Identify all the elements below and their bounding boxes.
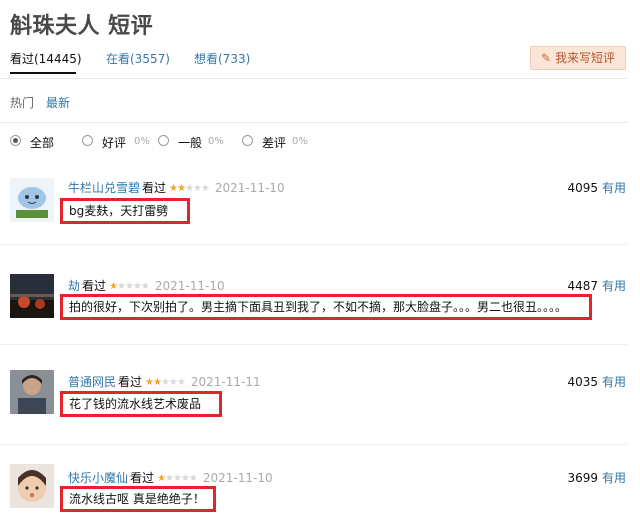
vote-area: 3699 有用 — [567, 469, 626, 486]
divider — [0, 244, 628, 245]
sort-hot[interactable]: 热门 — [10, 94, 34, 111]
divider — [0, 78, 628, 79]
review-meta: 劫看过 ★★★★★ 2021-11-10 — [68, 279, 225, 293]
rating-stars: ★★★★★ — [109, 281, 150, 292]
comment-text: 拍的很好，下次别拍了。男主摘下面具丑到我了，不如不摘，那大脸盘子。。。男二也很丑… — [60, 294, 592, 320]
tab-watched[interactable]: 看过(14445) — [10, 50, 82, 67]
rating-stars: ★★★★★ — [145, 377, 186, 388]
username-link[interactable]: 劫 — [68, 279, 80, 293]
rating-stars: ★★★★★ — [169, 183, 210, 194]
radio[interactable] — [82, 135, 93, 146]
vote-count: 4035 — [567, 375, 598, 389]
review-meta: 牛栏山兑雪碧 看过 ★★★★★ 2021-11-10 — [68, 181, 285, 195]
vote-area: 4095 有用 — [567, 179, 626, 196]
avatar[interactable] — [10, 178, 54, 222]
write-review-label: 我来写短评 — [555, 51, 616, 65]
tab-wish[interactable]: 想看(733) — [194, 50, 250, 67]
rating-stars: ★★★★★ — [157, 473, 198, 484]
vote-count: 3699 — [567, 471, 598, 485]
avatar[interactable] — [10, 370, 54, 414]
radio[interactable] — [158, 135, 169, 146]
vote-count: 4095 — [567, 181, 598, 195]
useful-button[interactable]: 有用 — [602, 375, 626, 389]
useful-button[interactable]: 有用 — [602, 279, 626, 293]
useful-button[interactable]: 有用 — [602, 471, 626, 485]
comment-text: 花了钱的流水线艺术废品 — [60, 391, 222, 417]
radio[interactable] — [242, 135, 253, 146]
vote-area: 4035 有用 — [567, 373, 626, 390]
page-title: 斛珠夫人 短评 — [10, 14, 154, 39]
pencil-icon: ✎ — [541, 51, 552, 65]
tab-watching[interactable]: 在看(3557) — [106, 50, 170, 67]
review-meta: 普通网民 看过 ★★★★★ 2021-11-11 — [68, 375, 261, 389]
review-meta: 快乐小魔仙 看过 ★★★★★ 2021-11-10 — [68, 471, 273, 485]
divider — [0, 122, 628, 123]
avatar[interactable] — [10, 274, 54, 318]
useful-button[interactable]: 有用 — [602, 181, 626, 195]
avatar[interactable] — [10, 464, 54, 508]
username-link[interactable]: 牛栏山兑雪碧 — [68, 181, 140, 195]
divider — [0, 344, 628, 345]
vote-area: 4487 有用 — [567, 277, 626, 294]
divider — [0, 444, 628, 445]
username-link[interactable]: 普通网民 — [68, 375, 116, 389]
vote-count: 4487 — [567, 279, 598, 293]
radio-checked[interactable] — [10, 135, 21, 146]
username-link[interactable]: 快乐小魔仙 — [68, 471, 128, 485]
active-tab-indicator — [10, 72, 76, 74]
sort-latest[interactable]: 最新 — [46, 94, 70, 111]
comment-text: 流水线古呕 真是绝绝子！ — [60, 486, 216, 512]
comment-text: bg麦麸，天打雷劈 — [60, 198, 190, 224]
write-review-button[interactable]: ✎ 我来写短评 — [530, 46, 626, 70]
